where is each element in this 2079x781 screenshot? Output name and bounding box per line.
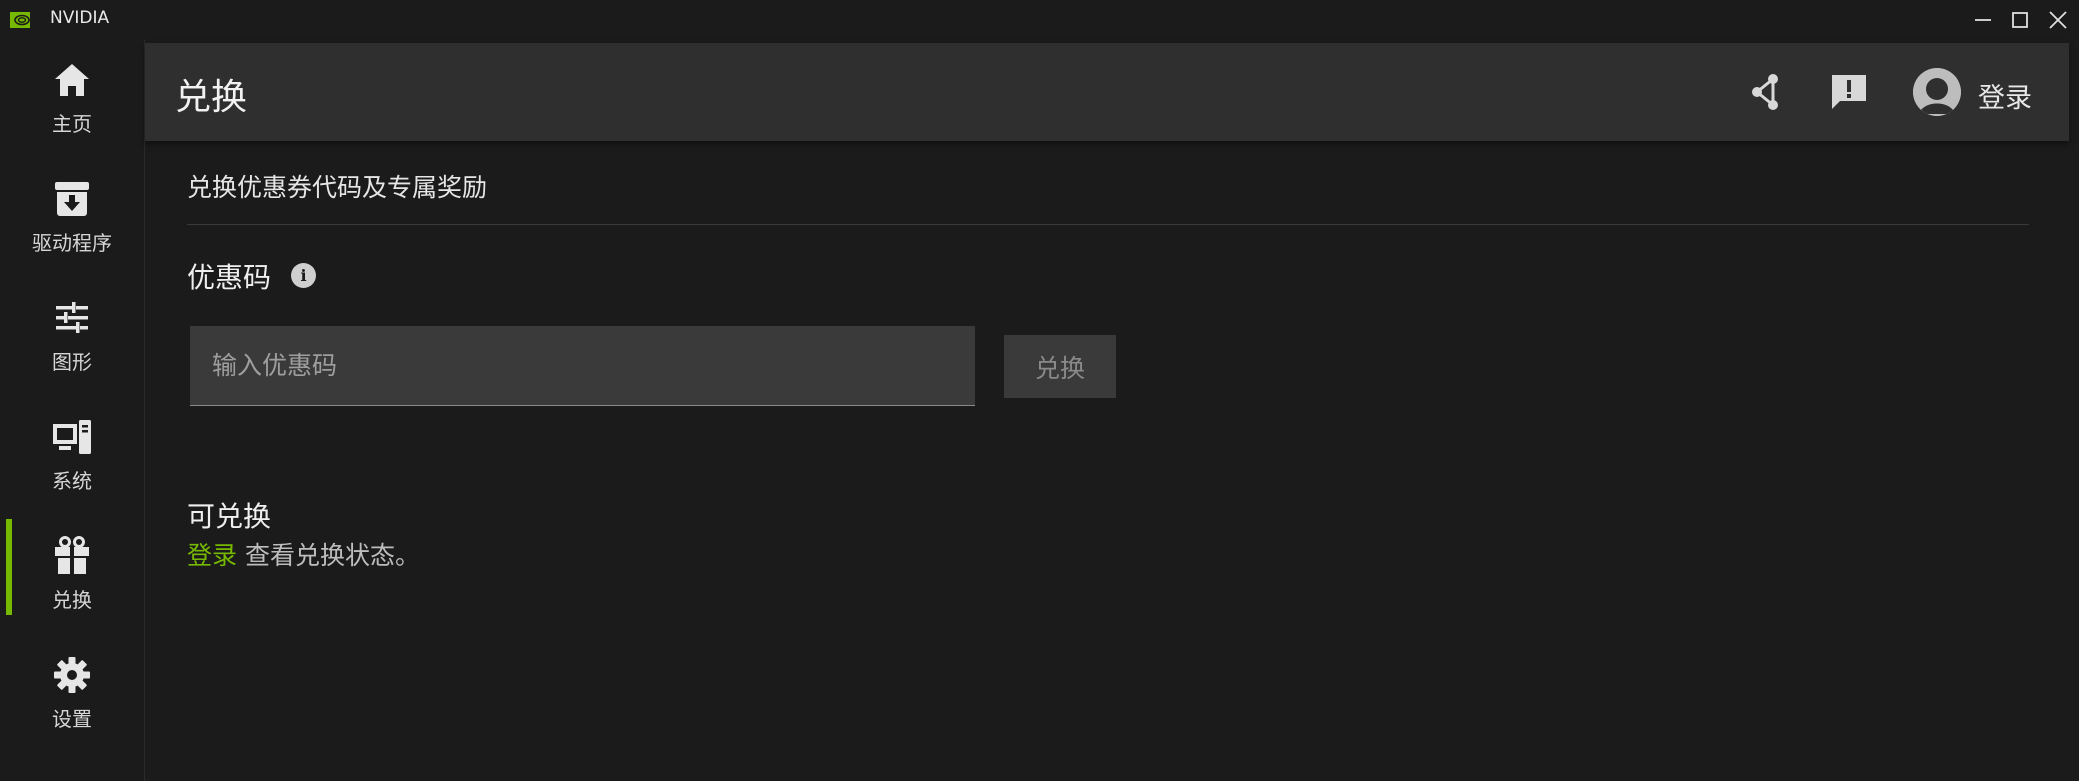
sidebar-item-home[interactable]: 主页	[0, 40, 144, 150]
maximize-icon	[2012, 12, 2028, 28]
feedback-button[interactable]	[1825, 68, 1873, 116]
divider	[187, 224, 2029, 225]
page-header: 兑换 登录	[145, 43, 2069, 141]
sidebar-item-system[interactable]: 系统	[0, 397, 144, 507]
sidebar-item-redeem[interactable]: 兑换	[0, 516, 144, 626]
sidebar-item-label: 驱动程序	[32, 231, 112, 255]
sidebar-item-label: 主页	[52, 112, 92, 136]
page-title: 兑换	[175, 77, 248, 118]
feedback-icon	[1832, 75, 1866, 109]
sidebar-item-drivers[interactable]: 驱动程序	[0, 159, 144, 269]
download-box-icon	[50, 177, 94, 221]
sliders-icon	[50, 296, 94, 340]
promo-code-label: 优惠码	[187, 261, 272, 294]
user-avatar-icon	[1913, 68, 1961, 116]
maximize-button[interactable]	[2005, 6, 2035, 34]
minimize-button[interactable]	[1968, 6, 1998, 34]
sidebar-item-settings[interactable]: 设置	[0, 635, 144, 745]
gear-icon	[50, 653, 94, 697]
login-link[interactable]: 登录	[187, 541, 237, 570]
section-title: 兑换优惠券代码及专属奖励	[187, 173, 488, 202]
sidebar-item-label: 兑换	[52, 588, 92, 612]
gift-icon	[50, 534, 94, 578]
promo-code-input[interactable]	[190, 326, 975, 406]
status-text: 查看兑换状态。	[237, 541, 420, 570]
sidebar-item-label: 设置	[52, 707, 92, 731]
sidebar-item-label: 图形	[52, 350, 92, 374]
nvidia-logo-icon	[10, 12, 30, 28]
sidebar: 主页 驱动程序 图形 系统 兑换 设置	[0, 40, 145, 781]
header-login-link[interactable]: 登录	[1978, 76, 2032, 115]
share-button[interactable]	[1741, 68, 1789, 116]
minimize-icon	[1975, 19, 1991, 21]
sidebar-item-graphics[interactable]: 图形	[0, 278, 144, 388]
share-icon	[1752, 74, 1778, 110]
monitor-tower-icon	[50, 415, 94, 459]
sidebar-item-label: 系统	[52, 469, 92, 493]
redeem-button[interactable]: 兑换	[1004, 335, 1116, 398]
redeem-status-line: 登录 查看兑换状态。	[187, 536, 420, 572]
app-title: NVIDIA	[50, 8, 110, 28]
info-icon[interactable]: i	[291, 263, 316, 288]
close-icon	[2049, 11, 2067, 29]
home-icon	[50, 58, 94, 102]
available-title: 可兑换	[187, 500, 272, 533]
user-avatar[interactable]	[1913, 68, 1961, 116]
title-bar: NVIDIA	[0, 0, 2079, 40]
close-button[interactable]	[2043, 6, 2073, 34]
